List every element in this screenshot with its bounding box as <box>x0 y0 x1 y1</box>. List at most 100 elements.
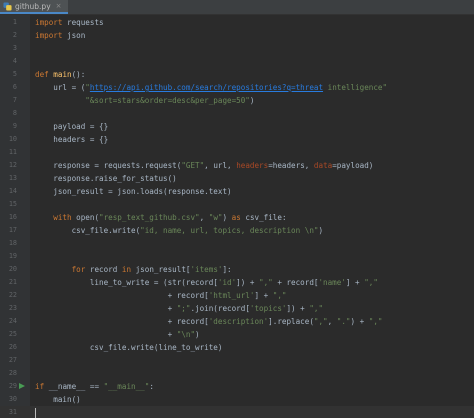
line-number: 24 <box>8 317 17 325</box>
line-number: 14 <box>8 187 17 195</box>
code-token: (): <box>71 70 86 79</box>
code-token: ) <box>249 96 255 105</box>
code-text: line_to_write = (str(record['id']) + ","… <box>35 276 378 289</box>
code-line[interactable]: 6 url = ("https://api.github.com/search/… <box>0 81 474 94</box>
python-file-icon <box>3 1 12 11</box>
code-token: ) + <box>350 317 369 326</box>
code-line[interactable]: 25 + "\n") <box>0 328 474 341</box>
code-token: ] + <box>254 291 273 300</box>
code-token: record <box>85 265 122 274</box>
code-token: ]: <box>222 265 232 274</box>
code-line[interactable]: 12 response = requests.request("GET", ur… <box>0 159 474 172</box>
code-token: 'topics' <box>249 304 287 313</box>
code-token: ].replace( <box>268 317 314 326</box>
code-token: 'id' <box>217 278 237 287</box>
code-line[interactable]: 8 <box>0 107 474 120</box>
code-token: 'html_url' <box>208 291 255 300</box>
close-icon[interactable]: × <box>56 2 62 10</box>
code-token: 'description' <box>208 317 269 326</box>
code-editor[interactable]: 1 import requests 2 import json 3 4 5 def main(… <box>0 15 474 418</box>
code-line[interactable]: 20 for record in json_result['items']: <box>0 263 474 276</box>
code-text: main() <box>35 393 80 406</box>
code-text: + record['description'].replace(",", "."… <box>35 315 383 328</box>
code-token: "GET" <box>181 161 205 170</box>
code-line[interactable]: 3 <box>0 42 474 55</box>
code-token: ) <box>222 213 232 222</box>
code-token: headers = {} <box>35 135 109 144</box>
code-line[interactable]: 5 def main(): <box>0 68 474 81</box>
code-line[interactable]: 11 <box>0 146 474 159</box>
line-number: 23 <box>8 304 17 312</box>
code-line[interactable]: 30 main() <box>0 393 474 406</box>
code-line[interactable]: 27 <box>0 354 474 367</box>
code-token: "resp_text_github.csv" <box>99 213 200 222</box>
code-line[interactable]: 29 if __name__ == "__main__": <box>0 380 474 393</box>
code-token: intelligence" <box>323 83 388 92</box>
code-token: ) <box>318 226 324 235</box>
line-number: 6 <box>12 83 17 91</box>
code-line[interactable]: 14 json_result = json.loads(response.tex… <box>0 185 474 198</box>
code-token: : <box>149 382 154 391</box>
code-line[interactable]: 15 <box>0 198 474 211</box>
run-icon[interactable] <box>19 383 25 389</box>
line-number: 22 <box>8 291 17 299</box>
code-line[interactable]: 21 line_to_write = (str(record['id']) + … <box>0 276 474 289</box>
code-token: url = ( <box>35 83 86 92</box>
code-line[interactable]: 18 <box>0 237 474 250</box>
code-token: in <box>121 265 132 274</box>
code-token: "," <box>364 278 378 287</box>
tab-github-py[interactable]: github.py × <box>0 0 68 14</box>
code-token: as <box>231 213 241 222</box>
code-token: response.raise_for_status() <box>35 174 177 183</box>
code-line[interactable]: 2 import json <box>0 29 474 42</box>
code-text: json_result = json.loads(response.text) <box>35 185 231 198</box>
code-token: ]) + <box>286 304 310 313</box>
code-token: "." <box>336 317 351 326</box>
code-line[interactable]: 16 with open("resp_text_github.csv", "w"… <box>0 211 474 224</box>
code-line[interactable]: 31 <box>0 406 474 418</box>
line-number: 2 <box>12 31 17 39</box>
code-line[interactable]: 4 <box>0 55 474 68</box>
line-number: 5 <box>12 70 17 78</box>
line-number: 17 <box>8 226 17 234</box>
code-text: + ";".join(record['topics']) + "," <box>35 302 323 315</box>
code-line[interactable]: 23 + ";".join(record['topics']) + "," <box>0 302 474 315</box>
code-line[interactable]: 1 import requests <box>0 16 474 29</box>
code-text: def main(): <box>35 68 85 81</box>
line-number: 10 <box>8 135 17 143</box>
line-number: 7 <box>12 96 17 104</box>
code-token: "w" <box>208 213 223 222</box>
code-text <box>35 406 36 418</box>
line-number: 16 <box>8 213 17 221</box>
code-text: headers = {} <box>35 133 108 146</box>
code-line[interactable]: 17 csv_file.write("id, name, url, topics… <box>0 224 474 237</box>
code-line[interactable]: 24 + record['description'].replace(",", … <box>0 315 474 328</box>
line-number: 12 <box>8 161 17 169</box>
code-token: =payload) <box>332 161 374 170</box>
code-line[interactable]: 7 "&sort=stars&order=desc&per_page=50") <box>0 94 474 107</box>
code-text: csv_file.write(line_to_write) <box>35 341 223 354</box>
code-line[interactable]: 10 headers = {} <box>0 133 474 146</box>
code-token: import <box>35 18 63 27</box>
line-number: 8 <box>12 109 17 117</box>
line-number: 31 <box>8 408 17 416</box>
code-token: main <box>53 70 72 79</box>
line-number: 18 <box>8 239 17 247</box>
code-line[interactable]: 28 <box>0 367 474 380</box>
code-line[interactable]: 13 response.raise_for_status() <box>0 172 474 185</box>
code-token: line_to_write = (str(record[ <box>35 278 218 287</box>
line-number: 27 <box>8 356 17 364</box>
code-token: "id, name, url, topics, description \n" <box>140 226 319 235</box>
line-number: 11 <box>8 148 17 156</box>
line-number: 28 <box>8 369 17 377</box>
code-text: + record['html_url'] + "," <box>35 289 287 302</box>
code-token: "," <box>309 304 324 313</box>
code-token: ";" <box>176 304 191 313</box>
code-line[interactable]: 26 csv_file.write(line_to_write) <box>0 341 474 354</box>
code-line[interactable]: 19 <box>0 250 474 263</box>
code-line[interactable]: 9 payload = {} <box>0 120 474 133</box>
code-token: , <box>327 317 337 326</box>
code-token: requests <box>62 18 104 27</box>
text-cursor <box>35 408 36 418</box>
code-line[interactable]: 22 + record['html_url'] + "," <box>0 289 474 302</box>
